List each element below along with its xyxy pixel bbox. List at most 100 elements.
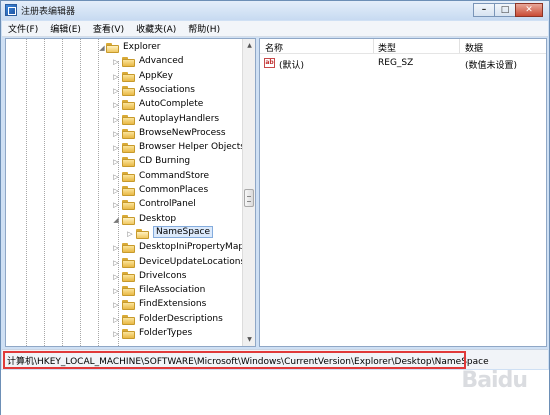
- menu-help[interactable]: 帮助(H): [188, 22, 220, 35]
- list-row-default-value[interactable]: ab (默认) REG_SZ (数值未设置): [260, 56, 546, 71]
- tree-item[interactable]: ▷ BrowseNewProcess: [6, 127, 242, 141]
- folder-icon: [122, 200, 135, 211]
- folder-icon: [136, 228, 149, 239]
- folder-icon: [122, 114, 135, 125]
- baidu-watermark: Baidu: [461, 368, 528, 393]
- tree-item[interactable]: ▷ FileAssociation: [6, 284, 242, 298]
- close-button[interactable]: ✕: [515, 3, 543, 17]
- scroll-thumb[interactable]: [244, 189, 254, 207]
- tree-item[interactable]: ▷ CD Burning: [6, 155, 242, 169]
- tree-expand-arrow-icon[interactable]: ▷: [112, 244, 120, 252]
- scroll-up-arrow-icon[interactable]: ▲: [243, 39, 255, 52]
- tree-expand-arrow-icon[interactable]: ▷: [112, 259, 120, 267]
- tree-item[interactable]: ▷ AppKey: [6, 70, 242, 84]
- tree-item[interactable]: ▷ FindExtensions: [6, 298, 242, 312]
- title-bar[interactable]: 注册表编辑器 – □ ✕: [1, 1, 549, 20]
- menu-view[interactable]: 查看(V): [93, 22, 124, 35]
- scroll-down-arrow-icon[interactable]: ▼: [243, 333, 255, 346]
- value-name: (默认): [279, 61, 305, 71]
- tree-item[interactable]: ▷ DriveIcons: [6, 270, 242, 284]
- tree-item[interactable]: ▷ FolderTypes: [6, 327, 242, 341]
- tree-item[interactable]: ▷ CommandStore: [6, 170, 242, 184]
- tree-item[interactable]: ▷ Advanced: [6, 55, 242, 69]
- folder-icon: [122, 157, 135, 168]
- tree-expand-arrow-icon[interactable]: ▷: [112, 287, 120, 295]
- tree-expand-arrow-icon[interactable]: ▷: [112, 158, 120, 166]
- tree-item[interactable]: ▷ CommonPlaces: [6, 184, 242, 198]
- tree-expand-arrow-icon[interactable]: ▷: [112, 58, 120, 66]
- string-value-icon: ab: [264, 58, 275, 68]
- status-bar: 计算机\HKEY_LOCAL_MACHINE\SOFTWARE\Microsof…: [2, 349, 548, 369]
- tree-item[interactable]: ▷ AutoplayHandlers: [6, 113, 242, 127]
- tree-expand-arrow-icon[interactable]: ▷: [112, 201, 120, 209]
- tree-item-label: Associations: [139, 84, 195, 95]
- tree-item-label: CommandStore: [139, 170, 210, 181]
- menu-bar: 文件(F) 编辑(E) 查看(V) 收藏夹(A) 帮助(H): [2, 21, 548, 37]
- tree-item-label: ControlPanel: [139, 199, 196, 210]
- minimize-button[interactable]: –: [473, 3, 495, 17]
- folder-icon: [122, 186, 135, 196]
- tree-item-label: AutoplayHandlers: [139, 113, 220, 124]
- tree-item-label: Advanced: [139, 56, 184, 67]
- tree-item-label: FolderTypes: [139, 328, 193, 338]
- tree-expand-arrow-icon[interactable]: ▷: [112, 187, 120, 195]
- folder-icon: [122, 286, 135, 297]
- tree-item-label: FindExtensions: [139, 299, 207, 310]
- tree-item-label: Desktop: [139, 213, 177, 224]
- folder-icon: [122, 257, 135, 268]
- column-header-type[interactable]: 类型: [378, 41, 396, 54]
- tree-item-label-selected: NameSpace: [153, 225, 213, 238]
- tree-item[interactable]: ◢ Desktop: [6, 213, 242, 227]
- menu-favorites[interactable]: 收藏夹(A): [136, 22, 176, 35]
- path-highlight-box: [3, 351, 466, 369]
- tree-item-label: CommonPlaces: [139, 185, 209, 195]
- tree-expand-arrow-icon[interactable]: ▷: [112, 87, 120, 95]
- tree-item[interactable]: ▷ ControlPanel: [6, 198, 242, 212]
- tree-expand-arrow-icon[interactable]: ▷: [112, 116, 120, 124]
- tree-expand-arrow-icon[interactable]: ▷: [112, 130, 120, 138]
- tree-expand-arrow-icon[interactable]: ▷: [112, 73, 120, 81]
- menu-file[interactable]: 文件(F): [8, 22, 38, 35]
- list-header: 名称 类型 数据: [260, 39, 546, 54]
- column-separator[interactable]: [373, 39, 374, 53]
- tree-expand-arrow-icon[interactable]: ▷: [112, 301, 120, 309]
- tree-item[interactable]: ▷ Browser Helper Objects: [6, 141, 245, 155]
- tree-item[interactable]: ◢ Explorer: [6, 41, 242, 55]
- key-tree-pane[interactable]: ◢ Explorer ▷ Advanced ▷ AppKey ▷ Associations ▷ A…: [5, 38, 256, 347]
- tree-item[interactable]: ▷ DesktopIniPropertyMap: [6, 241, 245, 255]
- folder-icon: [122, 314, 135, 325]
- tree-item-label: DesktopIniPropertyMap: [139, 242, 245, 253]
- tree-item-label: DriveIcons: [139, 270, 187, 281]
- tree-item[interactable]: ▷ AutoComplete: [6, 98, 242, 112]
- tree-expand-arrow-icon[interactable]: ▷: [112, 273, 120, 281]
- tree-item[interactable]: ▷ NameSpace: [6, 225, 242, 241]
- tree-expand-arrow-icon[interactable]: ▷: [112, 101, 120, 109]
- column-header-name[interactable]: 名称: [265, 41, 283, 54]
- value-type: REG_SZ: [378, 58, 414, 68]
- tree-expand-arrow-icon[interactable]: ▷: [112, 316, 120, 324]
- menu-edit[interactable]: 编辑(E): [50, 22, 81, 35]
- tree-item[interactable]: ▷ FolderDescriptions: [6, 313, 242, 327]
- tree-expand-arrow-icon[interactable]: ▷: [112, 173, 120, 181]
- tree-item[interactable]: ▷ DeviceUpdateLocations: [6, 256, 246, 270]
- tree-expand-arrow-icon[interactable]: ▷: [126, 230, 134, 238]
- tree-vertical-scrollbar[interactable]: ▲ ▼: [242, 39, 255, 346]
- tree-collapse-arrow-icon[interactable]: ◢: [98, 44, 106, 52]
- maximize-button[interactable]: □: [494, 3, 516, 17]
- tree-item-label: DeviceUpdateLocations: [139, 256, 246, 267]
- folder-icon: [122, 143, 135, 154]
- folder-icon: [122, 85, 135, 96]
- column-header-data[interactable]: 数据: [465, 41, 483, 54]
- tree-item-label: FileAssociation: [139, 285, 206, 296]
- tree-collapse-arrow-icon[interactable]: ◢: [112, 216, 120, 224]
- value-list-pane[interactable]: 名称 类型 数据 ab (默认) REG_SZ (数值未设置): [259, 38, 547, 347]
- window-title: 注册表编辑器: [21, 7, 76, 17]
- tree-item-label: AutoComplete: [139, 99, 204, 110]
- value-data: (数值未设置): [465, 61, 518, 71]
- column-separator[interactable]: [459, 39, 460, 53]
- tree-item[interactable]: ▷ Associations: [6, 84, 242, 98]
- tree-expand-arrow-icon[interactable]: ▷: [112, 330, 120, 338]
- tree-expand-arrow-icon[interactable]: ▷: [112, 144, 120, 152]
- tree-item-label: CD Burning: [139, 156, 191, 167]
- tree-item-label: AppKey: [139, 70, 173, 81]
